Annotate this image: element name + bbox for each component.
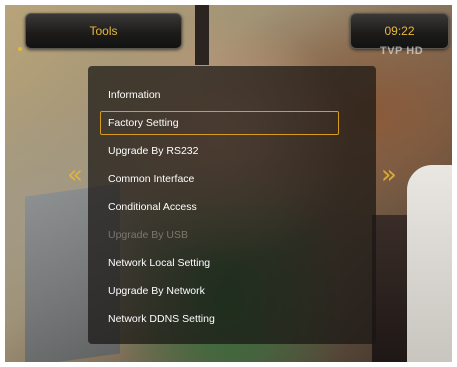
menu-item-label: Conditional Access (108, 201, 197, 213)
clock-bar: 09:22 (350, 13, 449, 49)
menu-item-label: Network DDNS Setting (108, 313, 215, 325)
menu-item-label: Upgrade By USB (108, 229, 188, 241)
menu-item-label: Information (108, 89, 161, 101)
clock-time: 09:22 (384, 24, 415, 38)
background-video (372, 215, 412, 362)
menu-list: Information Factory Setting Upgrade By R… (88, 81, 376, 333)
menu-item-upgrade-by-network[interactable]: Upgrade By Network (88, 277, 376, 305)
menu-item-label: Common Interface (108, 173, 195, 185)
menu-item-network-local-setting[interactable]: Network Local Setting (88, 249, 376, 277)
menu-item-conditional-access[interactable]: Conditional Access (88, 193, 376, 221)
title-bar: Tools (25, 13, 182, 49)
menu-item-label: Upgrade By RS232 (108, 145, 199, 157)
menu-item-upgrade-by-usb: Upgrade By USB (88, 221, 376, 249)
menu-item-label: Network Local Setting (108, 257, 211, 269)
menu-item-network-ddns-setting[interactable]: Network DDNS Setting (88, 305, 376, 333)
corner-marker (18, 47, 22, 51)
tv-screen: Tools 09:22 TVP HD « » Information Facto… (5, 5, 452, 362)
menu-item-upgrade-by-rs232[interactable]: Upgrade By RS232 (88, 137, 376, 165)
page-title: Tools (89, 24, 118, 38)
channel-logo: TVP HD (380, 45, 424, 57)
chevron-left-icon[interactable]: « (67, 160, 83, 190)
background-video (407, 165, 452, 362)
menu-item-common-interface[interactable]: Common Interface (88, 165, 376, 193)
menu-item-information[interactable]: Information (88, 81, 376, 109)
menu-item-factory-setting[interactable]: Factory Setting (88, 109, 376, 137)
menu-item-label: Upgrade By Network (108, 285, 205, 297)
menu-item-label: Factory Setting (108, 117, 179, 129)
tools-menu: Information Factory Setting Upgrade By R… (88, 66, 376, 344)
chevron-right-icon[interactable]: » (381, 160, 397, 190)
background-video (195, 5, 209, 65)
